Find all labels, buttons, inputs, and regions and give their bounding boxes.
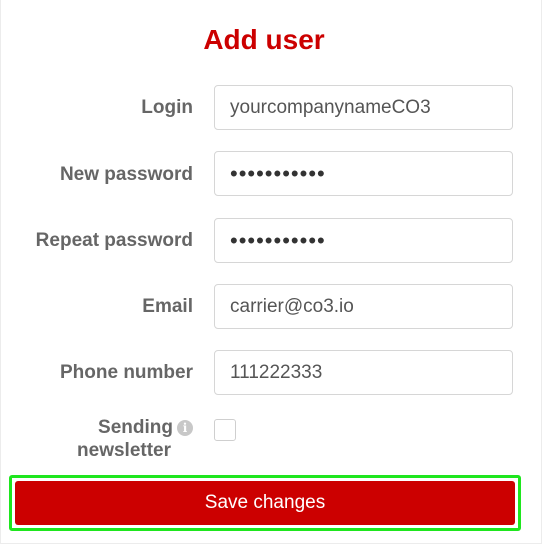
- new-password-label: New password: [59, 164, 193, 185]
- email-label: Email: [142, 296, 193, 317]
- save-button-highlight: Save changes: [9, 475, 521, 531]
- newsletter-checkbox[interactable]: [214, 419, 236, 441]
- phone-number-input[interactable]: [214, 350, 513, 395]
- newsletter-label-line2: newsletter: [77, 440, 171, 461]
- page-title: Add user: [203, 24, 325, 55]
- email-input[interactable]: [214, 284, 513, 329]
- new-password-input[interactable]: [214, 151, 513, 196]
- newsletter-label-line1: Sending: [98, 417, 173, 438]
- login-label: Login: [141, 97, 193, 118]
- newsletter-label: Sending i newsletter: [77, 416, 193, 462]
- phone-number-label: Phone number: [59, 362, 193, 383]
- info-icon[interactable]: i: [177, 420, 193, 436]
- repeat-password-input[interactable]: [214, 218, 513, 263]
- save-changes-button[interactable]: Save changes: [15, 481, 515, 525]
- repeat-password-label: Repeat password: [35, 230, 193, 251]
- login-input[interactable]: [214, 85, 513, 130]
- add-user-panel: Add user Login New password Repeat passw…: [0, 0, 542, 544]
